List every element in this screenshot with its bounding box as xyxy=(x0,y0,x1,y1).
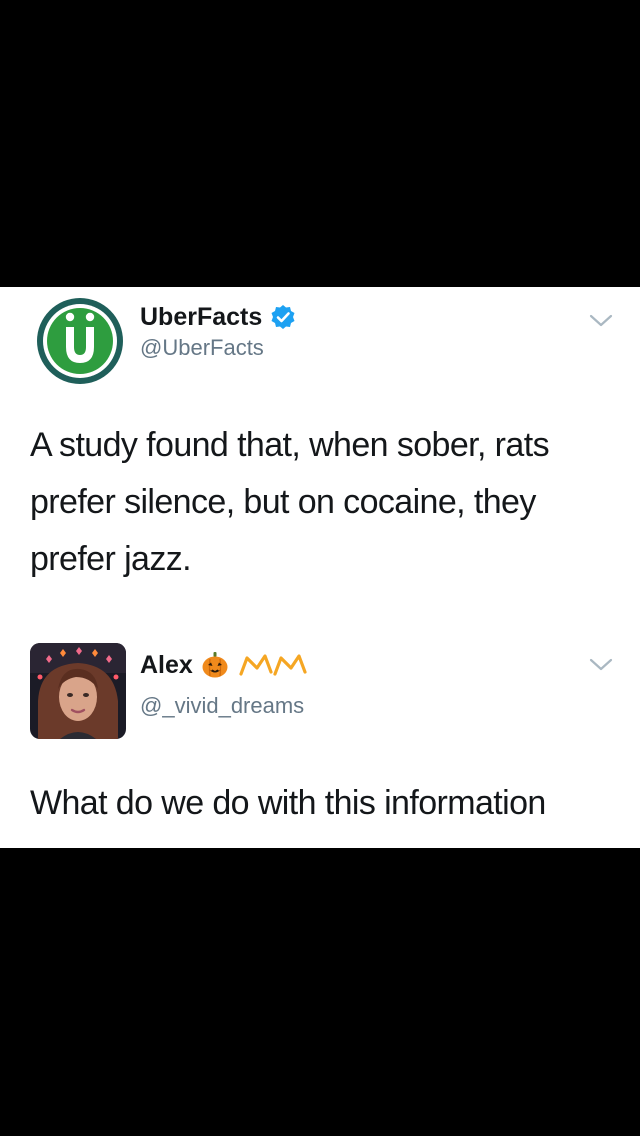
jack-o-lantern-icon xyxy=(202,652,228,678)
alex-avatar[interactable] xyxy=(30,643,126,739)
tweet-text: A study found that, when sober, rats pre… xyxy=(30,426,550,578)
display-name[interactable]: Alex xyxy=(140,651,193,680)
profile-photo-icon xyxy=(30,643,126,739)
crown-icon xyxy=(239,654,307,676)
original-tweet: UberFacts @UberFacts A study found that,… xyxy=(0,287,640,617)
reply-tweet: Alex @_vivid_dreams What do we do with t… xyxy=(0,617,640,848)
display-name[interactable]: UberFacts xyxy=(140,303,262,332)
author-row: UberFacts xyxy=(140,301,296,333)
screen: UberFacts @UberFacts A study found that,… xyxy=(0,0,640,1136)
uberfacts-avatar[interactable] xyxy=(36,297,124,385)
tweet-text: What do we do with this information xyxy=(30,784,546,822)
verified-badge-icon xyxy=(271,305,295,329)
tweet-screenshot-card: UberFacts @UberFacts A study found that,… xyxy=(0,287,640,848)
author-row: Alex xyxy=(140,649,309,681)
chevron-down-icon[interactable] xyxy=(588,655,614,673)
uberfacts-logo-icon xyxy=(37,298,123,384)
handle[interactable]: @_vivid_dreams xyxy=(140,693,304,719)
chevron-down-icon[interactable] xyxy=(588,311,614,329)
handle[interactable]: @UberFacts xyxy=(140,335,264,361)
